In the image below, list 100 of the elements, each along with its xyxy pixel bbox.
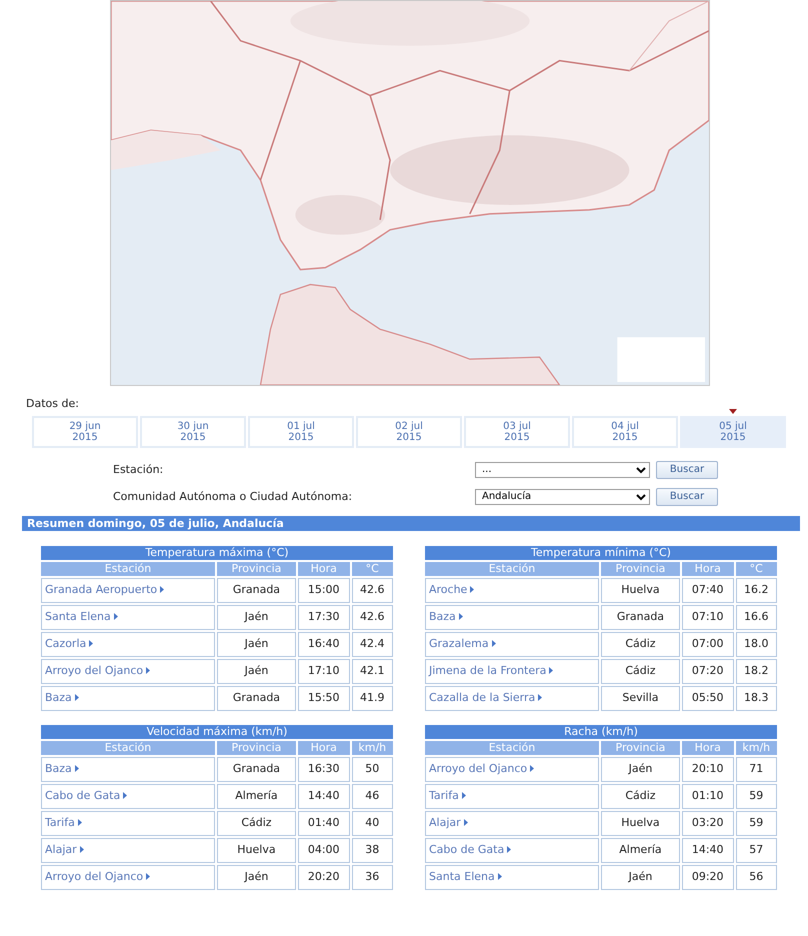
date-tab[interactable]: 02 jul 2015 <box>356 416 462 448</box>
column-header: Hora <box>682 562 734 576</box>
table-cell: 36 <box>352 865 393 890</box>
caret-icon <box>78 819 82 826</box>
column-header: Estación <box>425 741 599 755</box>
column-header: Estación <box>425 562 599 576</box>
caret-icon <box>530 765 534 772</box>
station-link[interactable]: Cabo de Gata <box>45 789 128 802</box>
table-cell: 14:40 <box>298 784 350 809</box>
table-cell: Cádiz <box>601 784 680 809</box>
table-cell: Almería <box>601 838 680 863</box>
dropdown[interactable]: Andalucía <box>475 488 650 504</box>
table-cell: Cádiz <box>601 659 680 684</box>
caret-icon <box>160 586 164 593</box>
station-link[interactable]: Granada Aeropuerto <box>45 583 164 596</box>
caret-icon <box>146 873 150 880</box>
table-cell: 46 <box>352 784 393 809</box>
caret-icon <box>507 846 512 853</box>
table-cell: 16:30 <box>298 757 350 782</box>
caret-icon <box>74 765 79 772</box>
date-tab[interactable]: 01 jul 2015 <box>248 416 354 448</box>
caret-icon <box>462 792 466 799</box>
table-cell: 07:00 <box>682 632 734 657</box>
caret-icon <box>74 694 79 701</box>
table-cell: 05:50 <box>682 686 734 711</box>
column-header: Provincia <box>217 741 296 755</box>
station-link[interactable]: Cazorla <box>45 637 94 650</box>
date-tab[interactable]: 03 jul 2015 <box>464 416 570 448</box>
table-cell: Jaén <box>217 865 296 890</box>
table-cell: 20:20 <box>298 865 350 890</box>
station-link[interactable]: Aroche <box>429 583 474 596</box>
table-cell: 16.6 <box>736 605 777 630</box>
table-cell: 15:50 <box>298 686 350 711</box>
station-link[interactable]: Baza <box>45 691 79 704</box>
triangle-marker-icon <box>729 409 737 414</box>
table-cell: 40 <box>352 811 393 836</box>
table-cell: 18.2 <box>736 659 777 684</box>
station-link[interactable]: Alajar <box>429 816 468 829</box>
caret-icon <box>464 819 468 826</box>
station-link[interactable]: Cabo de Gata <box>429 843 512 856</box>
date-tab[interactable]: 30 jun 2015 <box>140 416 246 448</box>
table-cell: 59 <box>736 811 777 836</box>
table-cell: 38 <box>352 838 393 863</box>
station-link[interactable]: Cazalla de la Sierra <box>429 691 542 704</box>
search-button[interactable]: Buscar <box>656 460 718 478</box>
column-header: °C <box>352 562 393 576</box>
caret-icon <box>80 846 84 853</box>
column-header: km/h <box>352 741 393 755</box>
table-cell: 14:40 <box>682 838 734 863</box>
table-cell: Sevilla <box>601 686 680 711</box>
column-header: Estación <box>41 562 215 576</box>
field-label: Estación: <box>113 463 164 476</box>
station-link[interactable]: Tarifa <box>45 816 82 829</box>
search-button[interactable]: Buscar <box>656 488 718 506</box>
table-cell: 03:20 <box>682 811 734 836</box>
station-link[interactable]: Arroyo del Ojanco <box>45 870 150 883</box>
dropdown[interactable]: ... <box>475 462 650 478</box>
column-header: Estación <box>41 741 215 755</box>
table-cell: 18.3 <box>736 686 777 711</box>
field-label: Comunidad Autónoma o Ciudad Autónoma: <box>113 490 354 503</box>
table-cell: 57 <box>736 838 777 863</box>
table-cell: 16.2 <box>736 578 777 603</box>
column-header: km/h <box>736 741 777 755</box>
table-cell: 04:00 <box>298 838 350 863</box>
table-cell: 07:40 <box>682 578 734 603</box>
caret-icon <box>538 694 542 701</box>
caret-icon <box>549 667 554 674</box>
column-header: Hora <box>298 741 350 755</box>
column-header: Provincia <box>217 562 296 576</box>
station-link[interactable]: Jimena de la Frontera <box>429 664 554 677</box>
table-cell: 41.9 <box>352 686 393 711</box>
caret-icon <box>89 640 94 647</box>
station-link[interactable]: Grazalema <box>429 637 496 650</box>
caret-icon <box>123 792 128 799</box>
table-cell: Granada <box>601 605 680 630</box>
column-header: Hora <box>682 741 734 755</box>
station-link[interactable]: Santa Elena <box>429 870 502 883</box>
table-cell: 50 <box>352 757 393 782</box>
table-cell: 15:00 <box>298 578 350 603</box>
station-link[interactable]: Santa Elena <box>45 610 118 623</box>
section-label: Datos de: <box>26 397 79 410</box>
table-cell: Granada <box>217 757 296 782</box>
table-cell: 18.0 <box>736 632 777 657</box>
station-link[interactable]: Alajar <box>45 843 84 856</box>
station-link[interactable]: Baza <box>45 762 79 775</box>
table-cell: 07:20 <box>682 659 734 684</box>
table-cell: Granada <box>217 686 296 711</box>
date-tab[interactable]: 29 jun 2015 <box>32 416 138 448</box>
table-cell: Jaén <box>601 757 680 782</box>
table-cell: 20:10 <box>682 757 734 782</box>
station-link[interactable]: Arroyo del Ojanco <box>45 664 150 677</box>
column-header: Provincia <box>601 562 680 576</box>
section-header: Resumen domingo, 05 de julio, Andalucía <box>22 516 800 531</box>
table-cell: Huelva <box>601 578 680 603</box>
station-link[interactable]: Arroyo del Ojanco <box>429 762 534 775</box>
station-link[interactable]: Tarifa <box>429 789 466 802</box>
column-header: °C <box>736 562 777 576</box>
table-cell: 42.1 <box>352 659 393 684</box>
date-tab[interactable]: 04 jul 2015 <box>572 416 678 448</box>
station-link[interactable]: Baza <box>429 610 463 623</box>
